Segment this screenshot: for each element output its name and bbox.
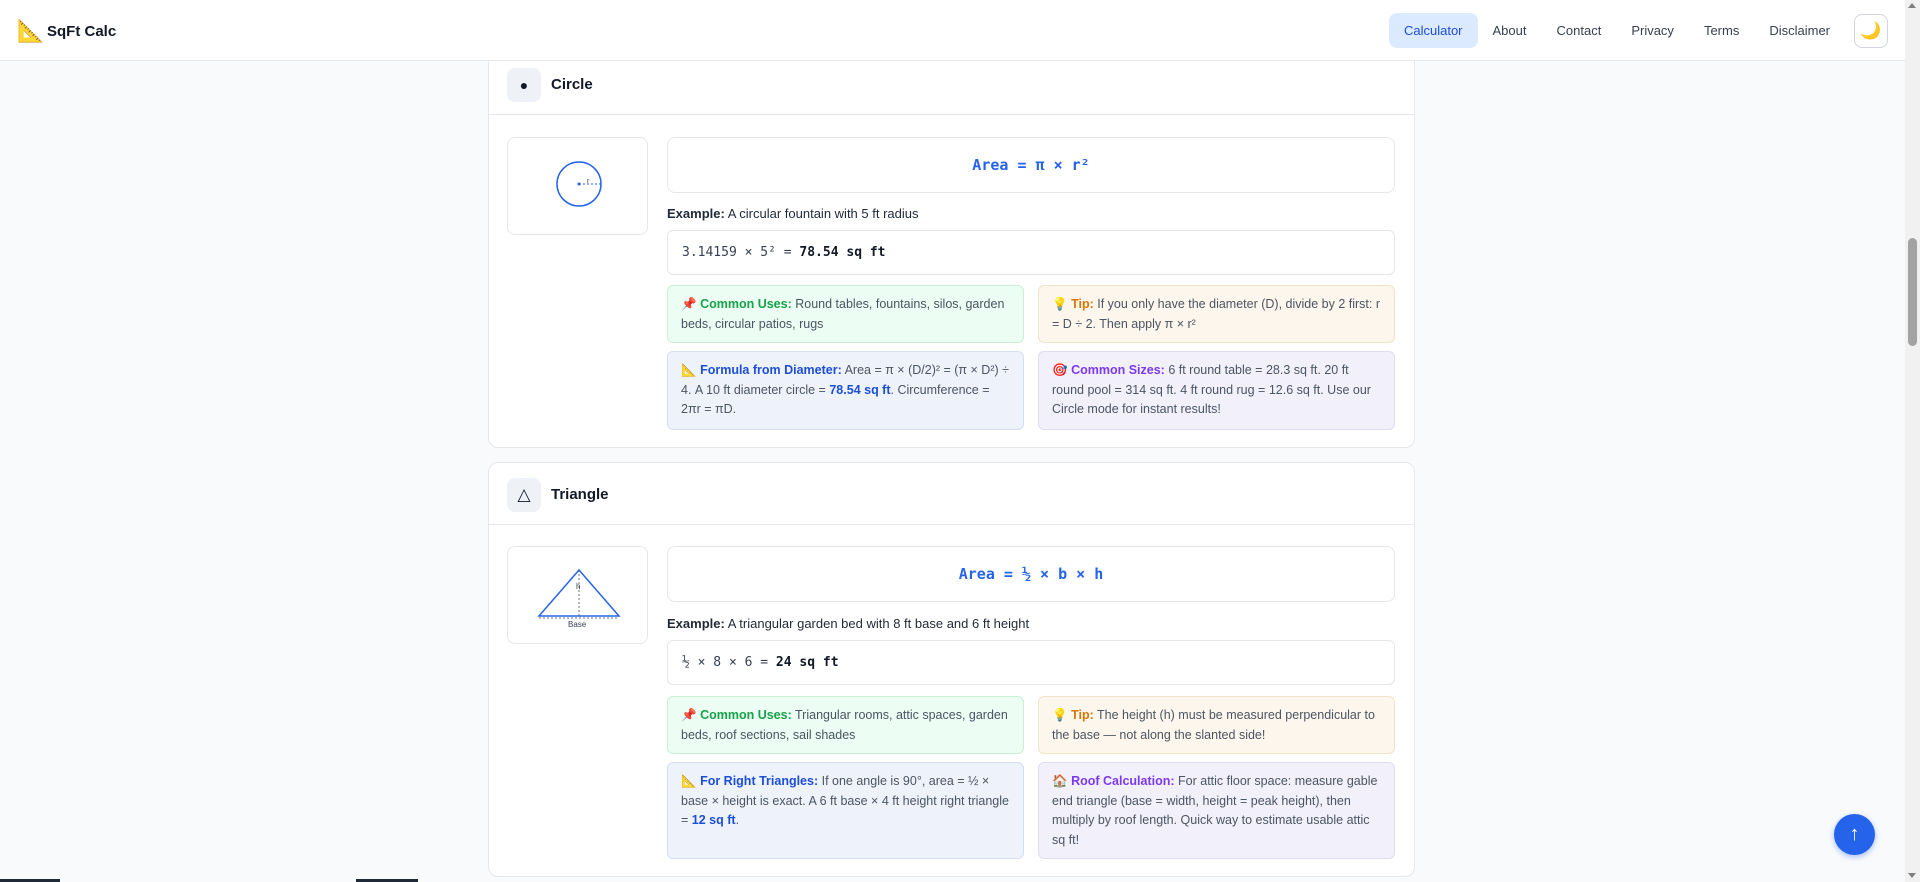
nav-contact[interactable]: Contact <box>1542 13 1617 48</box>
nav-links: Calculator About Contact Privacy Terms D… <box>1388 13 1888 48</box>
height-label: h <box>576 582 580 591</box>
top-navbar: 📐 SqFt Calc Calculator About Contact Pri… <box>0 0 1905 61</box>
triangle-calculation: ½ × 8 × 6 = 24 sq ft <box>667 640 1395 685</box>
triangle-diagram-svg: h Base <box>537 568 621 629</box>
ruler-icon: 📐 <box>681 363 697 377</box>
circle-formula: Area = π × r² <box>667 137 1395 193</box>
circle-diagram-svg: r <box>556 161 602 207</box>
scroll-up-arrow-icon[interactable] <box>1908 3 1916 8</box>
target-icon: 🎯 <box>1052 363 1068 377</box>
back-to-top-button[interactable]: ↑ <box>1834 814 1875 855</box>
arrow-up-icon: ↑ <box>1849 823 1860 845</box>
circle-diameter-formula: 📐 Formula from Diameter: Area = π × (D/2… <box>667 351 1024 430</box>
nav-disclaimer[interactable]: Disclaimer <box>1754 13 1845 48</box>
nav-calculator[interactable]: Calculator <box>1388 13 1478 48</box>
scroll-down-arrow-icon[interactable] <box>1908 873 1916 878</box>
triangle-diagram: h Base <box>507 546 648 644</box>
circle-example: Example: A circular fountain with 5 ft r… <box>667 206 919 221</box>
brand-name: SqFt Calc <box>47 22 117 40</box>
circle-common-sizes: 🎯 Common Sizes: 6 ft round table = 28.3 … <box>1038 351 1395 430</box>
circle-card-header: ● Circle <box>489 53 1414 115</box>
lightbulb-icon: 💡 <box>1052 708 1068 722</box>
lightbulb-icon: 💡 <box>1052 297 1068 311</box>
theme-toggle-button[interactable]: 🌙 <box>1854 13 1888 48</box>
triangle-card-header: △ Triangle <box>489 463 1414 525</box>
triangle-formula: Area = ½ × b × h <box>667 546 1395 602</box>
triangle-shape-icon: △ <box>507 478 541 512</box>
circle-calculation: 3.14159 × 5² = 78.54 sq ft <box>667 230 1395 275</box>
triangle-tip: 💡 Tip: The height (h) must be measured p… <box>1038 696 1395 754</box>
moon-icon: 🌙 <box>1860 21 1882 40</box>
triangle-right-triangles: 📐 For Right Triangles: If one angle is 9… <box>667 762 1024 859</box>
circle-card: ● Circle r Area = π × r² Example: A circ… <box>488 52 1415 448</box>
triangle-roof-calculation: 🏠 Roof Calculation: For attic floor spac… <box>1038 762 1395 859</box>
ruler-icon: 📐 <box>681 774 697 788</box>
nav-terms[interactable]: Terms <box>1689 13 1754 48</box>
house-icon: 🏠 <box>1052 774 1068 788</box>
scroll-thumb[interactable] <box>1908 238 1917 346</box>
triangle-title: Triangle <box>551 486 609 503</box>
base-label: Base <box>568 620 587 629</box>
circle-common-uses: 📌 Common Uses: Round tables, fountains, … <box>667 285 1024 343</box>
circle-shape-icon: ● <box>507 68 541 102</box>
radius-label: r <box>587 178 590 185</box>
brand-logo[interactable]: 📐 SqFt Calc <box>17 20 116 42</box>
triangle-card: △ Triangle h Base Area = ½ × b × h Examp… <box>488 462 1415 877</box>
pin-icon: 📌 <box>681 708 697 722</box>
circle-title: Circle <box>551 76 593 93</box>
circle-tip: 💡 Tip: If you only have the diameter (D)… <box>1038 285 1395 343</box>
pin-icon: 📌 <box>681 297 697 311</box>
vertical-scrollbar[interactable] <box>1905 0 1920 882</box>
triangle-example: Example: A triangular garden bed with 8 … <box>667 616 1030 631</box>
ruler-triangle-icon: 📐 <box>17 18 45 43</box>
triangle-common-uses: 📌 Common Uses: Triangular rooms, attic s… <box>667 696 1024 754</box>
nav-privacy[interactable]: Privacy <box>1616 13 1689 48</box>
circle-diagram: r <box>507 137 648 235</box>
nav-about[interactable]: About <box>1478 13 1542 48</box>
